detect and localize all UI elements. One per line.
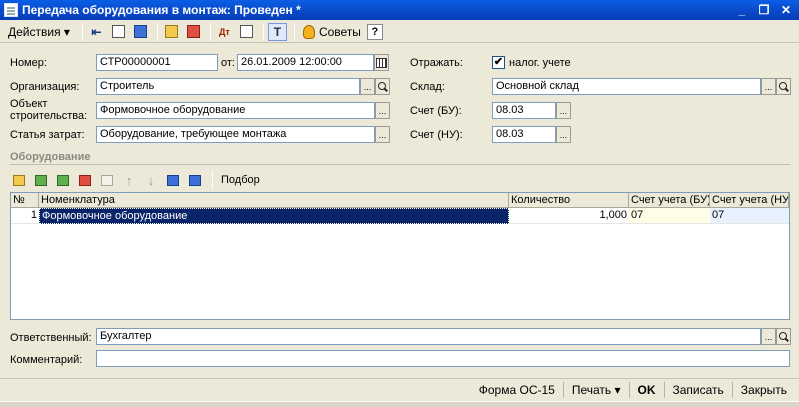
reflect-label: Отражать: [410, 57, 463, 69]
warehouse-search-icon[interactable] [776, 78, 791, 95]
comment-label: Комментарий: [10, 354, 83, 366]
toolbar-separator [293, 22, 295, 41]
organization-select-button[interactable]: ... [360, 78, 375, 95]
edit-row-icon[interactable] [54, 171, 72, 189]
main-toolbar: Действия ▾ ⇤ Дт Т Советы ? [0, 21, 799, 43]
post-icon[interactable] [162, 23, 181, 41]
comment-field[interactable] [96, 350, 790, 367]
sort-asc-icon[interactable] [164, 171, 182, 189]
add-copy-icon[interactable] [32, 171, 50, 189]
minimize-icon[interactable]: _ [733, 2, 751, 18]
column-header-account-nu[interactable]: Счет учета (НУ) [710, 193, 789, 208]
responsible-field[interactable]: Бухгалтер [96, 328, 761, 345]
footer-toolbar: Форма ОС-15 Печать ▾ OK Записать Закрыть [0, 378, 799, 401]
footer-separator [731, 382, 733, 398]
column-header-quantity[interactable]: Количество [509, 193, 629, 208]
document-icon [4, 3, 18, 17]
back-arrow-icon[interactable]: ⇤ [87, 23, 106, 41]
window-title: Передача оборудования в монтаж: Проведен… [22, 3, 301, 17]
tips-label: Советы [318, 24, 361, 39]
number-label: Номер: [10, 57, 47, 69]
responsible-search-icon[interactable] [776, 328, 791, 345]
sort-desc-icon[interactable] [186, 171, 204, 189]
restore-icon[interactable]: ❐ [755, 2, 773, 18]
print-label: Печать [571, 383, 612, 397]
column-header-nomenclature[interactable]: Номенклатура [39, 193, 509, 208]
account-bu-select-button[interactable]: ... [556, 102, 571, 119]
section-divider [10, 164, 790, 165]
unpost-icon[interactable] [184, 23, 203, 41]
tips-button[interactable]: Советы [302, 24, 361, 39]
account-nu-field[interactable]: 08.03 [492, 126, 556, 143]
account-nu-label: Счет (НУ): [410, 129, 463, 141]
row-account-nu[interactable]: 07 [710, 208, 789, 224]
document-window: Передача оборудования в монтаж: Проведен… [0, 0, 799, 407]
save-button[interactable]: Записать [667, 381, 730, 399]
construction-object-select-button[interactable]: ... [375, 102, 390, 119]
cost-item-select-button[interactable]: ... [375, 126, 390, 143]
ok-button[interactable]: OK [632, 381, 662, 399]
from-label: от: [221, 57, 235, 69]
footer-separator [628, 382, 630, 398]
account-bu-field[interactable]: 08.03 [492, 102, 556, 119]
account-nu-select-button[interactable]: ... [556, 126, 571, 143]
warehouse-label: Склад: [410, 81, 445, 93]
account-bu-label: Счет (БУ): [410, 105, 462, 117]
report-icon[interactable] [237, 23, 256, 41]
equipment-section-title: Оборудование [10, 151, 91, 163]
form-os15-button[interactable]: Форма ОС-15 [473, 381, 561, 399]
structure-icon[interactable] [109, 23, 128, 41]
close-icon[interactable]: ✕ [777, 2, 795, 18]
status-strip [0, 401, 799, 407]
footer-separator [562, 382, 564, 398]
tree-view-icon[interactable]: Т [267, 22, 287, 41]
toolbar-separator [209, 22, 211, 41]
warehouse-field[interactable]: Основной склад [492, 78, 761, 95]
pick-button[interactable]: Подбор [221, 174, 260, 186]
tax-accounting-label: налог. учете [509, 57, 571, 69]
footer-separator [663, 382, 665, 398]
warehouse-select-button[interactable]: ... [761, 78, 776, 95]
number-field[interactable]: СТР00000001 [96, 54, 218, 71]
organization-search-icon[interactable] [375, 78, 390, 95]
organization-label: Организация: [10, 81, 80, 93]
equipment-table[interactable]: № Номенклатура Количество Счет учета (БУ… [10, 192, 790, 320]
organization-field[interactable]: Строитель [96, 78, 360, 95]
cost-item-field[interactable]: Оборудование, требующее монтажа [96, 126, 375, 143]
help-button[interactable]: ? [366, 23, 383, 40]
construction-object-field[interactable]: Формовочное оборудование [96, 102, 375, 119]
move-down-icon[interactable]: ↓ [142, 171, 160, 189]
column-header-account-bu[interactable]: Счет учета (БУ) [629, 193, 710, 208]
tips-icon [302, 24, 315, 39]
cost-item-label: Статья затрат: [10, 129, 85, 141]
row-number[interactable]: 1 [11, 208, 39, 224]
actions-menu[interactable]: Действия ▾ [4, 23, 74, 41]
add-row-icon[interactable] [10, 171, 28, 189]
print-menu-button[interactable]: Печать ▾ [566, 381, 627, 399]
row-account-bu[interactable]: 07 [629, 208, 710, 224]
column-header-number[interactable]: № [11, 193, 39, 208]
tax-accounting-checkbox[interactable]: ✔ [492, 56, 505, 69]
delete-row-icon[interactable] [76, 171, 94, 189]
responsible-label: Ответственный: [10, 332, 92, 344]
row-nomenclature[interactable]: Формовочное оборудование [39, 208, 509, 224]
date-field[interactable]: 26.01.2009 12:00:00 [237, 54, 374, 71]
toolbar-separator [262, 22, 264, 41]
row-quantity[interactable]: 1,000 [509, 208, 629, 224]
dt-kt-icon[interactable]: Дт [215, 23, 234, 41]
toolbar-separator [81, 22, 83, 41]
toolbar-separator [212, 171, 213, 189]
toolbar-separator [156, 22, 158, 41]
close-button[interactable]: Закрыть [735, 381, 793, 399]
object-label-line2: строительства: [10, 110, 88, 122]
end-edit-icon[interactable] [98, 171, 116, 189]
refresh-icon[interactable] [131, 23, 150, 41]
object-label-line1: Объект [10, 98, 48, 110]
title-bar: Передача оборудования в монтаж: Проведен… [0, 0, 799, 20]
move-up-icon[interactable]: ↑ [120, 171, 138, 189]
actions-label: Действия [8, 24, 61, 39]
calendar-icon[interactable] [374, 54, 389, 71]
responsible-select-button[interactable]: ... [761, 328, 776, 345]
equipment-toolbar: ↑ ↓ Подбор [10, 170, 260, 190]
